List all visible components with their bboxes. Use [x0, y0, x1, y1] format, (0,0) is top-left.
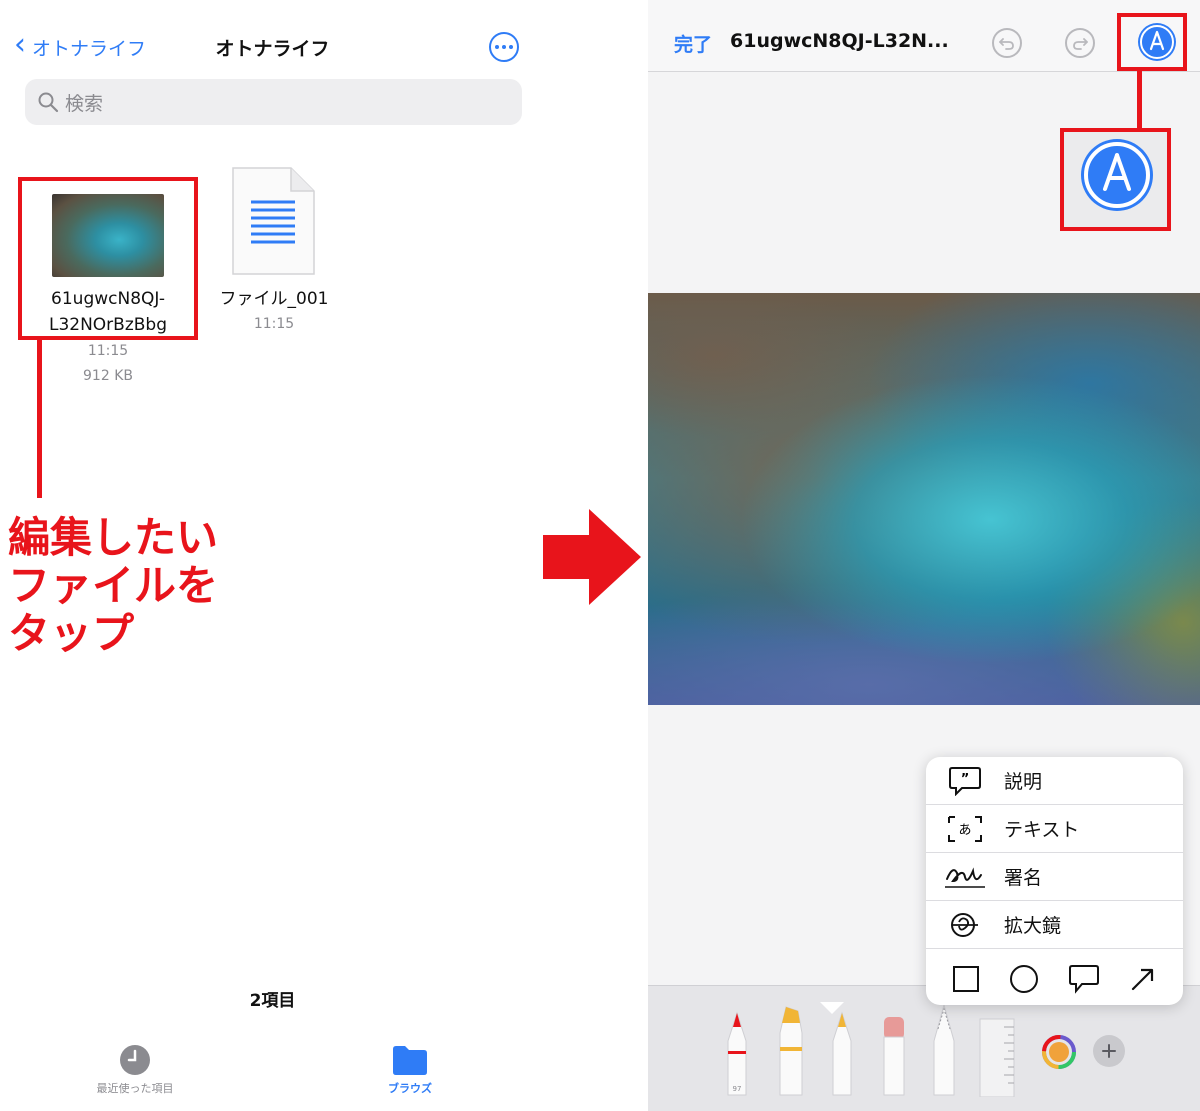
- caption-line: 編集したい: [8, 513, 219, 562]
- callout-line: [37, 340, 42, 498]
- lasso-tool[interactable]: [932, 1003, 956, 1097]
- caption-line: ファイルを: [8, 561, 219, 610]
- tab-label: 最近使った項目: [96, 1082, 174, 1095]
- file-name[interactable]: ファイル_001: [205, 286, 343, 312]
- markup-editor-panel: 完了 61ugwcN8QJ-L32N... 97 ” 説明 あ テキスト 署名 …: [648, 0, 1200, 1111]
- page-title: オトナライフ: [215, 38, 330, 60]
- svg-text:あ: あ: [958, 823, 971, 838]
- highlighter-tool[interactable]: [778, 1003, 804, 1097]
- file-time: 11:15: [87, 343, 129, 359]
- item-count: 2項目: [249, 991, 296, 1011]
- annotation-caption: 編集したい ファイルを タップ: [8, 514, 268, 658]
- file-time: 11:15: [253, 316, 295, 332]
- speech-bubble-icon[interactable]: [1068, 964, 1100, 994]
- ruler-tool[interactable]: [978, 1017, 1016, 1097]
- tab-label: ブラウズ: [388, 1082, 432, 1095]
- color-picker[interactable]: [1041, 1034, 1077, 1070]
- circle-icon[interactable]: [1009, 964, 1039, 994]
- menu-item-description[interactable]: ” 説明: [926, 757, 1183, 805]
- highlight-box: [1117, 13, 1187, 71]
- search-placeholder: 検索: [65, 92, 104, 115]
- svg-text:”: ”: [961, 772, 970, 787]
- pen-tool[interactable]: 97: [726, 1011, 748, 1097]
- menu-item-label: テキスト: [1004, 819, 1080, 841]
- done-button[interactable]: 完了: [674, 30, 712, 57]
- shape-row: [926, 953, 1183, 1005]
- pencil-tool[interactable]: [831, 1011, 853, 1097]
- redo-icon[interactable]: [1065, 28, 1095, 58]
- square-icon[interactable]: [952, 965, 980, 993]
- plus-icon: [1102, 1044, 1116, 1058]
- menu-pointer: [820, 1002, 844, 1014]
- callout-line: [1137, 71, 1142, 129]
- files-app-panel: ‹ オトナライフ オトナライフ 検索 61ugwcN8QJ- L32NOrBzB…: [0, 0, 545, 1111]
- eraser-tool[interactable]: [882, 1015, 906, 1097]
- document-photo: [648, 293, 1200, 705]
- menu-item-magnifier[interactable]: 拡大鏡: [926, 901, 1183, 949]
- more-options-icon[interactable]: [489, 32, 519, 62]
- magnifier-icon: [926, 910, 1004, 940]
- caption-line: タップ: [8, 609, 135, 658]
- highlight-box: [1060, 128, 1171, 231]
- menu-item-label: 説明: [1004, 771, 1043, 793]
- document-title: 61ugwcN8QJ-L32N...: [730, 30, 949, 52]
- signature-icon: [926, 863, 1004, 891]
- menu-item-text[interactable]: あ テキスト: [926, 805, 1183, 853]
- text-box-icon: あ: [926, 815, 1004, 843]
- tab-browse[interactable]: ブラウズ: [355, 1044, 465, 1096]
- add-button[interactable]: [1093, 1035, 1125, 1067]
- menu-item-signature[interactable]: 署名: [926, 853, 1183, 901]
- tab-recents[interactable]: 最近使った項目: [80, 1044, 190, 1096]
- menu-item-label: 拡大鏡: [1004, 915, 1062, 937]
- pen-width-label: 97: [733, 1085, 742, 1093]
- highlight-box: [18, 177, 198, 340]
- folder-icon: [393, 1046, 427, 1075]
- search-icon: [38, 92, 59, 113]
- search-input[interactable]: 検索: [25, 79, 522, 125]
- markup-add-menu: ” 説明 あ テキスト 署名 拡大鏡: [926, 757, 1183, 1005]
- clock-icon: [120, 1045, 150, 1075]
- document-icon[interactable]: [231, 166, 316, 276]
- file-size: 912 KB: [83, 368, 133, 384]
- undo-icon[interactable]: [992, 28, 1022, 58]
- menu-item-label: 署名: [1004, 867, 1043, 889]
- arrow-icon[interactable]: [1129, 965, 1157, 993]
- quote-bubble-icon: ”: [926, 766, 1004, 796]
- arrow-right-icon: [543, 509, 641, 605]
